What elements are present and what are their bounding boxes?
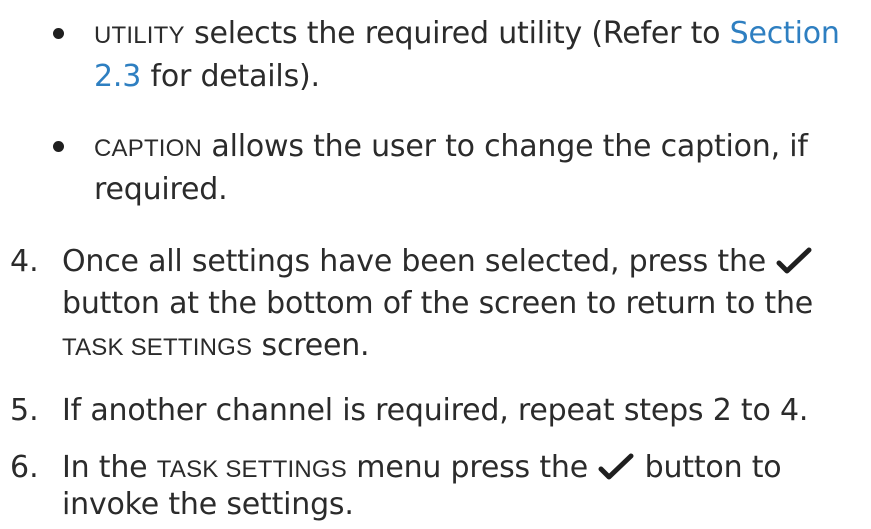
step-6-line2: invoke the settings. <box>62 484 354 526</box>
caption-keyword: CAPTION <box>94 135 203 162</box>
checkmark-icon <box>776 247 812 273</box>
bullet-utility-line2: 2.3 for details). <box>94 56 320 98</box>
section-number-link[interactable]: 2.3 <box>94 59 141 94</box>
bullet-utility-line1: UTILITY selects the required utility (Re… <box>94 13 840 57</box>
step-number: 6. <box>10 450 39 485</box>
checkmark-icon <box>598 453 634 479</box>
task-settings-keyword: TASK SETTINGS <box>156 456 347 483</box>
section-link[interactable]: Section <box>730 16 840 51</box>
step-number: 4. <box>10 244 39 279</box>
step-6-text-a: In the <box>62 450 157 485</box>
step-4-line1: Once all settings have been selected, pr… <box>62 241 813 283</box>
step-6-text-b: menu press the <box>346 450 588 485</box>
utility-description: selects the required utility (Refer to <box>184 16 730 51</box>
step-number: 5. <box>10 393 39 428</box>
step-4-text-end: screen. <box>252 328 370 363</box>
step-4-text-cont: button at the bottom of the screen to re… <box>62 286 814 321</box>
step-6-text-cont: invoke the settings. <box>62 487 354 522</box>
caption-description: allows the user to change the caption, i… <box>202 129 808 164</box>
step-4-line2: button at the bottom of the screen to re… <box>62 283 813 325</box>
step-4-line3: TASK SETTINGS screen. <box>62 325 370 369</box>
caption-description-cont: required. <box>94 172 228 207</box>
task-settings-keyword: TASK SETTINGS <box>62 334 253 361</box>
step-5-line1: If another channel is required, repeat s… <box>62 390 808 432</box>
step-5-text: If another channel is required, repeat s… <box>62 393 809 428</box>
step-4-text: Once all settings have been selected, pr… <box>62 244 767 279</box>
bullet-dot <box>53 28 64 39</box>
bullet-caption-line1: CAPTION allows the user to change the ca… <box>94 126 808 170</box>
utility-description-cont: for details). <box>141 59 320 94</box>
bullet-caption-line2: required. <box>94 169 228 211</box>
bullet-dot <box>53 141 64 152</box>
step-6-text-c: button to <box>635 450 782 485</box>
document-page: UTILITY selects the required utility (Re… <box>0 0 871 529</box>
utility-keyword: UTILITY <box>94 22 185 49</box>
